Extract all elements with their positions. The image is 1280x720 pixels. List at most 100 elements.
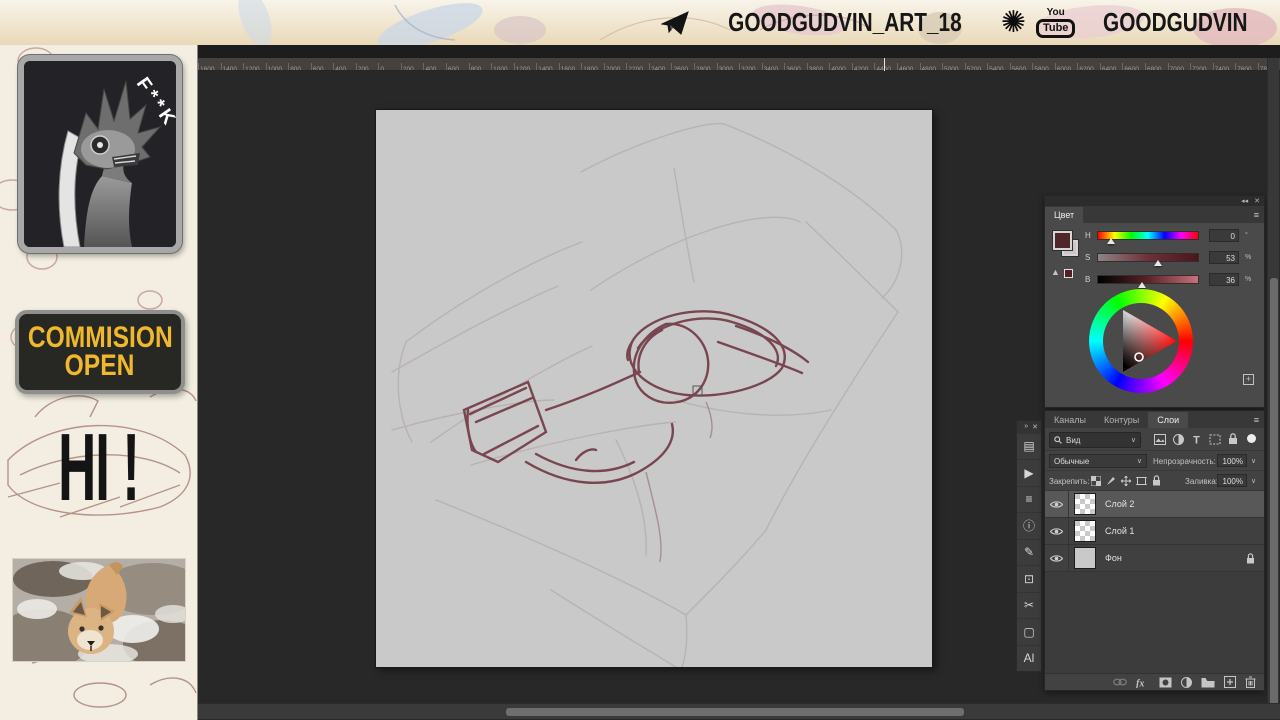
layer-thumbnail[interactable] — [1074, 493, 1096, 515]
layers-panel-menu-icon[interactable]: ≡ — [1254, 415, 1259, 425]
layers-lock-row: Закрепить: — [1045, 471, 1264, 491]
gamut-color-swatch[interactable] — [1064, 269, 1073, 278]
telegram-icon — [661, 11, 689, 35]
lock-pixels-icon[interactable] — [1106, 476, 1116, 486]
chevron-down-icon[interactable]: ∨ — [1251, 457, 1256, 465]
tab-Контуры[interactable]: Контуры — [1095, 412, 1148, 428]
lock-transparency-icon[interactable] — [1091, 476, 1101, 486]
layer-row-Фон[interactable]: Фон — [1045, 545, 1264, 572]
delete-layer-button[interactable] — [1245, 676, 1256, 688]
avatar-artwork: F**K — [24, 61, 176, 247]
paw-splash-icon: ✺ — [1001, 8, 1026, 38]
lock-all-icon[interactable] — [1152, 475, 1161, 486]
color-panel-menu-icon[interactable]: ≡ — [1254, 210, 1259, 220]
ruler-tick: 4800 — [920, 63, 943, 71]
drawing-canvas[interactable] — [376, 110, 932, 667]
ruler-tick: 200 — [401, 63, 424, 71]
ruler-tick: 7200 — [1190, 63, 1213, 71]
folder-icon — [1201, 677, 1215, 688]
svg-text:fx: fx — [1136, 678, 1144, 688]
new-layer-button[interactable] — [1224, 676, 1236, 688]
add-mask-button[interactable] — [1159, 677, 1172, 688]
saturation-slider[interactable] — [1097, 253, 1199, 262]
dock-icon-brush-settings[interactable]: ▤ — [1017, 433, 1041, 460]
filter-image-icon[interactable] — [1154, 434, 1166, 445]
ruler-tick: 5600 — [1010, 63, 1033, 71]
blend-mode-select[interactable]: Обычные ∨ — [1049, 454, 1147, 468]
dock-icon-clone-source[interactable]: ⊡ — [1017, 565, 1041, 592]
filter-adjustment-icon[interactable] — [1173, 434, 1184, 445]
ruler-tick: 2000 — [604, 63, 627, 71]
color-panel-plus-icon[interactable]: + — [1243, 374, 1254, 385]
search-icon — [1054, 436, 1062, 444]
tab-Слои[interactable]: Слои — [1148, 412, 1188, 428]
hue-slider-row: H 0 ° — [1085, 229, 1261, 245]
horizontal-scrollbar[interactable] — [198, 703, 1280, 719]
stream-top-banner: GOODGUDVIN_ART_18 ✺ You Tube GOODGUDVIN — [0, 0, 1280, 45]
lock-position-icon[interactable] — [1121, 476, 1131, 486]
layer-row-Слой 1[interactable]: Слой 1 — [1045, 518, 1264, 545]
dock-close-icon[interactable]: ✕ — [1032, 423, 1038, 431]
color-wheel[interactable] — [1089, 289, 1193, 393]
commission-open-plate: COMMISION OPEN — [15, 310, 185, 394]
layer-thumbnail[interactable] — [1074, 547, 1096, 569]
dock-icon-actions-play[interactable]: ▶ — [1017, 459, 1041, 486]
commission-line2: OPEN — [65, 352, 135, 381]
tab-color[interactable]: Цвет — [1045, 207, 1083, 223]
ruler-tick: 600 — [446, 63, 469, 71]
saturation-label: S — [1085, 253, 1090, 262]
opacity-value[interactable]: 100% — [1217, 454, 1247, 467]
avatar: F**K — [18, 55, 182, 253]
ruler-tick: 6600 — [1122, 63, 1145, 71]
brightness-slider[interactable] — [1097, 275, 1199, 284]
vertical-scrollbar[interactable] — [1267, 58, 1279, 703]
ruler-tick: 4600 — [897, 63, 920, 71]
link-layers-button[interactable] — [1113, 678, 1127, 686]
dock-icon-tool-presets[interactable]: ✂ — [1017, 592, 1041, 619]
layer-filter-kind-select[interactable]: Вид ∨ — [1049, 432, 1141, 448]
filter-type-icon[interactable]: T — [1191, 434, 1202, 445]
fill-value[interactable]: 100% — [1217, 474, 1247, 487]
panel-collapse-icon[interactable]: ◂◂ — [1241, 197, 1248, 205]
dock-icon-info[interactable]: ⓘ — [1017, 512, 1041, 539]
saturation-slider-thumb[interactable] — [1154, 260, 1162, 266]
layer-visibility-toggle[interactable] — [1045, 518, 1069, 544]
chevron-down-icon[interactable]: ∨ — [1251, 477, 1256, 485]
brightness-value[interactable]: 36 — [1209, 273, 1239, 286]
layer-row-Слой 2[interactable]: Слой 2 — [1045, 491, 1264, 518]
panel-close-icon[interactable]: ✕ — [1254, 197, 1260, 205]
hue-slider-thumb[interactable] — [1107, 238, 1115, 244]
horizontal-scrollbar-thumb[interactable] — [506, 708, 964, 716]
filter-toggle-dot[interactable] — [1247, 434, 1256, 443]
ruler-tick: 400 — [423, 63, 446, 71]
layer-visibility-toggle[interactable] — [1045, 545, 1069, 571]
saturation-value[interactable]: 53 — [1209, 251, 1239, 264]
new-group-button[interactable] — [1201, 677, 1215, 688]
layer-style-button[interactable]: fx — [1136, 677, 1150, 688]
collapsed-panel-dock: » ✕ ▤▶≡ⓘ✎⊡✂▢Al — [1016, 420, 1042, 672]
ruler-tick: 800 — [288, 63, 311, 71]
tab-Каналы[interactable]: Каналы — [1045, 412, 1095, 428]
ruler-tick: 4400 — [874, 63, 897, 71]
filter-shape-icon[interactable] — [1209, 434, 1221, 445]
hue-value[interactable]: 0 — [1209, 229, 1239, 242]
lock-artboard-icon[interactable] — [1136, 476, 1147, 486]
dock-icon-brush-presets[interactable]: ✎ — [1017, 539, 1041, 566]
trash-icon — [1245, 676, 1256, 688]
dock-icon-properties[interactable]: ≡ — [1017, 486, 1041, 513]
layer-visibility-toggle[interactable] — [1045, 491, 1069, 517]
dock-icon-ai-panel[interactable]: Al — [1017, 645, 1041, 672]
vertical-scrollbar-thumb[interactable] — [1270, 278, 1278, 708]
brightness-slider-thumb[interactable] — [1138, 282, 1146, 288]
adjustment-layer-button[interactable] — [1181, 677, 1192, 688]
filter-smart-object-icon[interactable] — [1228, 433, 1238, 445]
dock-expand-icon[interactable]: » — [1024, 423, 1028, 430]
ruler-tick: 6000 — [1055, 63, 1078, 71]
foreground-color-swatch[interactable] — [1053, 231, 1072, 250]
ruler-tick: 6200 — [1077, 63, 1100, 71]
saturation-unit: % — [1245, 254, 1251, 261]
layer-lock-icon — [1246, 553, 1255, 564]
dock-icon-libraries[interactable]: ▢ — [1017, 618, 1041, 645]
color-triangle[interactable] — [1103, 303, 1179, 379]
layer-thumbnail[interactable] — [1074, 520, 1096, 542]
